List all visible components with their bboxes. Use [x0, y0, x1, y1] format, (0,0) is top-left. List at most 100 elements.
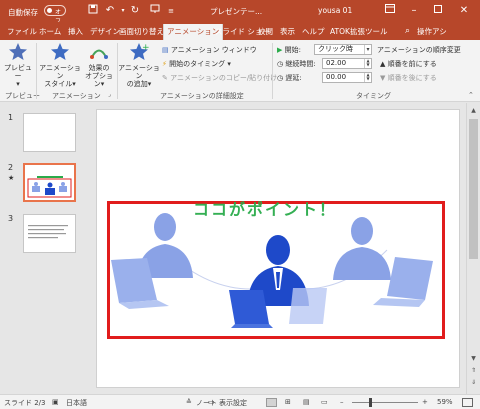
- fit-to-window-icon[interactable]: [462, 398, 473, 407]
- next-slide-icon[interactable]: ⇓: [469, 378, 478, 387]
- tab-home[interactable]: ホーム: [39, 26, 61, 40]
- tab-design[interactable]: デザイン: [90, 26, 120, 40]
- slide-thumbnail-2[interactable]: [23, 163, 76, 202]
- animation-style-label1: アニメーション: [39, 64, 81, 80]
- start-row: ▶ 開始:: [277, 45, 301, 55]
- brush-icon: ✎: [162, 74, 168, 82]
- chevron-down-icon: ▾: [72, 80, 76, 88]
- effect-options-button[interactable]: 効果の オプション▾: [82, 42, 116, 88]
- move-later-button[interactable]: ▼ 順番を後にする: [380, 73, 437, 83]
- tab-view[interactable]: 表示: [280, 26, 295, 40]
- display-settings-button[interactable]: 表示設定: [219, 398, 247, 408]
- dialog-launcher-icon[interactable]: ⌟: [108, 91, 111, 98]
- zoom-out-icon[interactable]: –: [340, 398, 344, 406]
- lightning-icon: ⚡: [162, 60, 167, 68]
- thumbnail-number: 2: [8, 163, 14, 172]
- star-icon: [51, 43, 69, 60]
- slideshow-view-icon[interactable]: ▭: [321, 398, 328, 406]
- document-title: プレゼンテー...: [210, 7, 263, 16]
- comments-icon: ▭: [208, 398, 215, 406]
- clock-icon: ◷: [277, 60, 284, 68]
- thumbnail-number: 1: [8, 113, 14, 122]
- animation-pane-button[interactable]: ▤ アニメーション ウィンドウ: [162, 45, 257, 55]
- advanced-animation-group-label: アニメーションの詳細設定: [160, 92, 244, 100]
- tab-file[interactable]: ファイル: [7, 26, 37, 40]
- collapse-ribbon-icon[interactable]: ⌃: [468, 91, 474, 99]
- current-slide[interactable]: ココがポイント！: [96, 109, 460, 388]
- language[interactable]: 日本語: [66, 398, 87, 408]
- svg-text:+: +: [142, 43, 150, 53]
- close-icon[interactable]: ✕: [456, 3, 472, 19]
- timing-group-label: タイミング: [356, 92, 391, 100]
- scroll-up-icon[interactable]: ▲: [469, 106, 478, 115]
- tab-transitions[interactable]: 画面切り替え: [119, 26, 164, 40]
- play-icon: ▶: [277, 46, 283, 54]
- toggle-knob: [47, 8, 52, 13]
- delay-spinner[interactable]: ▲ ▼: [364, 73, 371, 82]
- redo-icon[interactable]: ↻: [128, 4, 142, 18]
- save-icon[interactable]: [86, 4, 100, 18]
- duration-field[interactable]: 02.00 ▲ ▼: [322, 58, 372, 69]
- scroll-down-icon[interactable]: ▼: [469, 354, 478, 363]
- delay-field[interactable]: 00.00 ▲ ▼: [322, 72, 372, 83]
- move-earlier-button[interactable]: ▲ 順番を前にする: [380, 59, 437, 69]
- thumbnail-3-preview: [28, 225, 68, 239]
- ribbon-tabs: ファイル ホーム 挿入 デザイン 画面切り替え アニメーション スライド ショー…: [0, 22, 480, 40]
- tab-review[interactable]: 校閲: [258, 26, 273, 40]
- chevron-down-icon: ▾: [100, 80, 105, 88]
- preview-button[interactable]: プレビュー ▾: [3, 42, 33, 88]
- zoom-in-icon[interactable]: +: [422, 398, 428, 406]
- effect-options-icon: [90, 49, 108, 59]
- start-select[interactable]: クリック時 ▾: [314, 44, 372, 55]
- chevron-down-icon[interactable]: ▾: [364, 45, 371, 54]
- slide-sorter-icon[interactable]: ⊞: [285, 398, 291, 406]
- ribbon: プレビュー ▾ プレビュー アニメーション スタイル▾ 効果の オプション▾ アニ…: [0, 40, 480, 102]
- add-animation-label2: の追加: [126, 80, 148, 88]
- previous-slide-icon[interactable]: ⇑: [469, 366, 478, 375]
- chevron-down-icon: ▾: [16, 80, 20, 88]
- customize-toolbar-icon[interactable]: ≡: [164, 4, 178, 18]
- tab-help[interactable]: ヘルプ: [302, 26, 325, 40]
- autosave-toggle[interactable]: オフ: [44, 5, 66, 25]
- add-animation-icon: +: [130, 43, 150, 60]
- trigger-button[interactable]: ⚡ 開始のタイミング ▾: [162, 59, 231, 69]
- trigger-label: 開始のタイミング: [169, 60, 226, 68]
- maximize-icon[interactable]: [430, 3, 446, 19]
- ribbon-display-icon[interactable]: [382, 3, 398, 19]
- tab-tell-me[interactable]: 操作アシ: [417, 26, 447, 40]
- normal-view-icon[interactable]: [266, 398, 277, 407]
- slide-thumbnail-3[interactable]: [23, 214, 76, 253]
- zoom-slider-knob[interactable]: [368, 398, 372, 407]
- present-icon[interactable]: [148, 4, 162, 18]
- tab-atok[interactable]: ATOK拡張ツール: [330, 26, 387, 40]
- add-animation-button[interactable]: + アニメーション の追加▾: [118, 42, 160, 88]
- duration-spinner[interactable]: ▲ ▼: [364, 59, 371, 68]
- user-name[interactable]: yousa 01: [318, 6, 352, 15]
- animation-star-icon: ★: [8, 174, 15, 182]
- reading-view-icon[interactable]: ▤: [303, 398, 310, 406]
- thumbnail-number: 3: [8, 214, 14, 223]
- zoom-slider[interactable]: [352, 402, 418, 403]
- tab-insert[interactable]: 挿入: [68, 26, 83, 40]
- zoom-level[interactable]: 59%: [437, 398, 453, 406]
- arrow-up-icon: ▲: [380, 60, 386, 68]
- vertical-scrollbar[interactable]: ▲ ▼ ⇑ ⇓: [466, 103, 480, 394]
- scrollbar-thumb[interactable]: [469, 119, 478, 259]
- status-bar: スライド 2/3 ▣ 日本語 ≙ ノート ▭ 表示設定 ⊞ ▤ ▭ – + 59…: [0, 394, 480, 409]
- title-bar: 自動保存 オフ ↶ ▾ ↻ ≡ プレゼンテー... yousa 01 – ✕: [0, 0, 480, 25]
- duration-value: 02.00: [326, 59, 347, 67]
- animation-style-button[interactable]: アニメーション スタイル▾: [38, 42, 82, 88]
- highlight-rectangle[interactable]: [107, 201, 445, 339]
- spellcheck-icon[interactable]: ▣: [52, 398, 59, 406]
- slide-title[interactable]: ココがポイント！: [193, 196, 337, 220]
- powerpoint-window: 自動保存 オフ ↶ ▾ ↻ ≡ プレゼンテー... yousa 01 – ✕ フ…: [0, 0, 480, 409]
- slide-thumbnail-1[interactable]: [23, 113, 76, 152]
- animation-group-label: アニメーション: [52, 92, 101, 100]
- undo-icon[interactable]: ↶: [103, 4, 117, 18]
- preview-label: プレビュー: [4, 64, 32, 80]
- minimize-icon[interactable]: –: [406, 3, 422, 19]
- chevron-down-icon: ▾: [147, 80, 152, 88]
- search-icon[interactable]: ⌕: [405, 26, 410, 40]
- animation-painter-button[interactable]: ✎ アニメーションのコピー/貼り付け: [162, 73, 277, 83]
- arrow-down-icon: ▼: [380, 74, 386, 82]
